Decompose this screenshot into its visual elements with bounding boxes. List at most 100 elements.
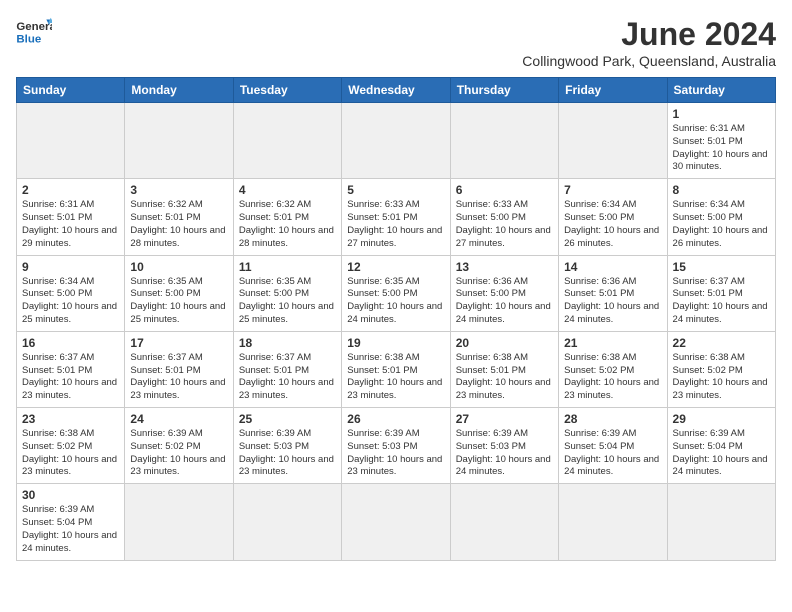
table-row: 14 Sunrise: 6:36 AM Sunset: 5:01 PM Dayli… [559,255,667,331]
table-row: 8 Sunrise: 6:34 AM Sunset: 5:00 PM Daylig… [667,179,775,255]
day-info: Sunrise: 6:36 AM Sunset: 5:01 PM Dayligh… [564,276,661,327]
day-info: Sunrise: 6:37 AM Sunset: 5:01 PM Dayligh… [130,352,227,403]
day-info: Sunrise: 6:39 AM Sunset: 5:04 PM Dayligh… [673,428,770,479]
page-header: General Blue June 2024 Collingwood Park,… [16,16,776,69]
table-row: 6Sunrise: 6:33 AM Sunset: 5:00 PM Daylig… [450,179,558,255]
day-info: Sunrise: 6:38 AM Sunset: 5:02 PM Dayligh… [564,352,661,403]
day-info: Sunrise: 6:34 AM Sunset: 5:00 PM Dayligh… [22,276,119,327]
day-info: Sunrise: 6:31 AM Sunset: 5:01 PM Dayligh… [673,123,770,174]
col-sunday: Sunday [17,78,125,103]
table-row: 10 Sunrise: 6:35 AM Sunset: 5:00 PM Dayli… [125,255,233,331]
day-number: 8 [673,183,770,197]
day-number: 11 [239,260,336,274]
table-row: 7 Sunrise: 6:34 AM Sunset: 5:00 PM Daylig… [559,179,667,255]
day-info: Sunrise: 6:35 AM Sunset: 5:00 PM Dayligh… [130,276,227,327]
table-row: 29 Sunrise: 6:39 AM Sunset: 5:04 PM Dayli… [667,408,775,484]
day-number: 23 [22,412,119,426]
calendar-table: Sunday Monday Tuesday Wednesday Thursday… [16,77,776,561]
day-number: 20 [456,336,553,350]
day-number: 24 [130,412,227,426]
col-thursday: Thursday [450,78,558,103]
day-number: 4 [239,183,336,197]
day-number: 18 [239,336,336,350]
day-info: Sunrise: 6:39 AM Sunset: 5:04 PM Dayligh… [564,428,661,479]
day-number: 25 [239,412,336,426]
table-row [342,484,450,560]
table-row: 26 Sunrise: 6:39 AM Sunset: 5:03 PM Dayli… [342,408,450,484]
table-row: 4 Sunrise: 6:32 AM Sunset: 5:01 PM Daylig… [233,179,341,255]
table-row [450,484,558,560]
day-info: Sunrise: 6:36 AM Sunset: 5:00 PM Dayligh… [456,276,553,327]
day-info: Sunrise: 6:32 AM Sunset: 5:01 PM Dayligh… [239,199,336,250]
day-info: Sunrise: 6:39 AM Sunset: 5:03 PM Dayligh… [456,428,553,479]
calendar-title: June 2024 [522,16,776,53]
table-row: 5 Sunrise: 6:33 AM Sunset: 5:01 PM Daylig… [342,179,450,255]
day-number: 17 [130,336,227,350]
table-row [450,103,558,179]
day-number: 7 [564,183,661,197]
day-info: Sunrise: 6:31 AM Sunset: 5:01 PM Dayligh… [22,199,119,250]
table-row: 18Sunrise: 6:37 AM Sunset: 5:01 PM Dayli… [233,331,341,407]
table-row: 24 Sunrise: 6:39 AM Sunset: 5:02 PM Dayli… [125,408,233,484]
table-row [125,103,233,179]
table-row: 13 Sunrise: 6:36 AM Sunset: 5:00 PM Dayli… [450,255,558,331]
day-number: 16 [22,336,119,350]
day-info: Sunrise: 6:37 AM Sunset: 5:01 PM Dayligh… [22,352,119,403]
day-info: Sunrise: 6:39 AM Sunset: 5:02 PM Dayligh… [130,428,227,479]
day-info: Sunrise: 6:37 AM Sunset: 5:01 PM Dayligh… [673,276,770,327]
title-block: June 2024 Collingwood Park, Queensland, … [522,16,776,69]
day-info: Sunrise: 6:38 AM Sunset: 5:02 PM Dayligh… [673,352,770,403]
table-row [17,103,125,179]
day-info: Sunrise: 6:35 AM Sunset: 5:00 PM Dayligh… [347,276,444,327]
calendar-subtitle: Collingwood Park, Queensland, Australia [522,53,776,69]
day-number: 22 [673,336,770,350]
table-row: 22 Sunrise: 6:38 AM Sunset: 5:02 PM Dayli… [667,331,775,407]
day-number: 14 [564,260,661,274]
table-row [342,103,450,179]
table-row: 16 Sunrise: 6:37 AM Sunset: 5:01 PM Dayli… [17,331,125,407]
table-row: 23Sunrise: 6:38 AM Sunset: 5:02 PM Dayli… [17,408,125,484]
day-number: 29 [673,412,770,426]
day-info: Sunrise: 6:34 AM Sunset: 5:00 PM Dayligh… [673,199,770,250]
day-number: 1 [673,107,770,121]
day-info: Sunrise: 6:39 AM Sunset: 5:03 PM Dayligh… [347,428,444,479]
day-info: Sunrise: 6:34 AM Sunset: 5:00 PM Dayligh… [564,199,661,250]
day-info: Sunrise: 6:39 AM Sunset: 5:04 PM Dayligh… [22,504,119,555]
day-number: 5 [347,183,444,197]
col-wednesday: Wednesday [342,78,450,103]
table-row [233,103,341,179]
svg-text:General: General [16,21,52,33]
day-number: 13 [456,260,553,274]
day-number: 12 [347,260,444,274]
day-number: 9 [22,260,119,274]
day-number: 21 [564,336,661,350]
day-info: Sunrise: 6:38 AM Sunset: 5:01 PM Dayligh… [456,352,553,403]
day-number: 10 [130,260,227,274]
table-row [233,484,341,560]
day-number: 26 [347,412,444,426]
table-row [559,484,667,560]
day-number: 30 [22,488,119,502]
day-info: Sunrise: 6:38 AM Sunset: 5:01 PM Dayligh… [347,352,444,403]
table-row: 25 Sunrise: 6:39 AM Sunset: 5:03 PM Dayli… [233,408,341,484]
day-info: Sunrise: 6:32 AM Sunset: 5:01 PM Dayligh… [130,199,227,250]
day-number: 27 [456,412,553,426]
table-row: 28Sunrise: 6:39 AM Sunset: 5:04 PM Dayli… [559,408,667,484]
day-number: 2 [22,183,119,197]
day-info: Sunrise: 6:33 AM Sunset: 5:01 PM Dayligh… [347,199,444,250]
day-info: Sunrise: 6:39 AM Sunset: 5:03 PM Dayligh… [239,428,336,479]
table-row: 1 Sunrise: 6:31 AM Sunset: 5:01 PM Daylig… [667,103,775,179]
table-row: 20 Sunrise: 6:38 AM Sunset: 5:01 PM Dayli… [450,331,558,407]
calendar-header-row: Sunday Monday Tuesday Wednesday Thursday… [17,78,776,103]
table-row: 27 Sunrise: 6:39 AM Sunset: 5:03 PM Dayli… [450,408,558,484]
table-row: 30 Sunrise: 6:39 AM Sunset: 5:04 PM Dayli… [17,484,125,560]
table-row: 17 Sunrise: 6:37 AM Sunset: 5:01 PM Dayli… [125,331,233,407]
col-friday: Friday [559,78,667,103]
table-row: 11 Sunrise: 6:35 AM Sunset: 5:00 PM Dayli… [233,255,341,331]
table-row: 15Sunrise: 6:37 AM Sunset: 5:01 PM Dayli… [667,255,775,331]
day-info: Sunrise: 6:35 AM Sunset: 5:00 PM Dayligh… [239,276,336,327]
col-monday: Monday [125,78,233,103]
table-row: 3Sunrise: 6:32 AM Sunset: 5:01 PM Daylig… [125,179,233,255]
day-number: 19 [347,336,444,350]
table-row [667,484,775,560]
